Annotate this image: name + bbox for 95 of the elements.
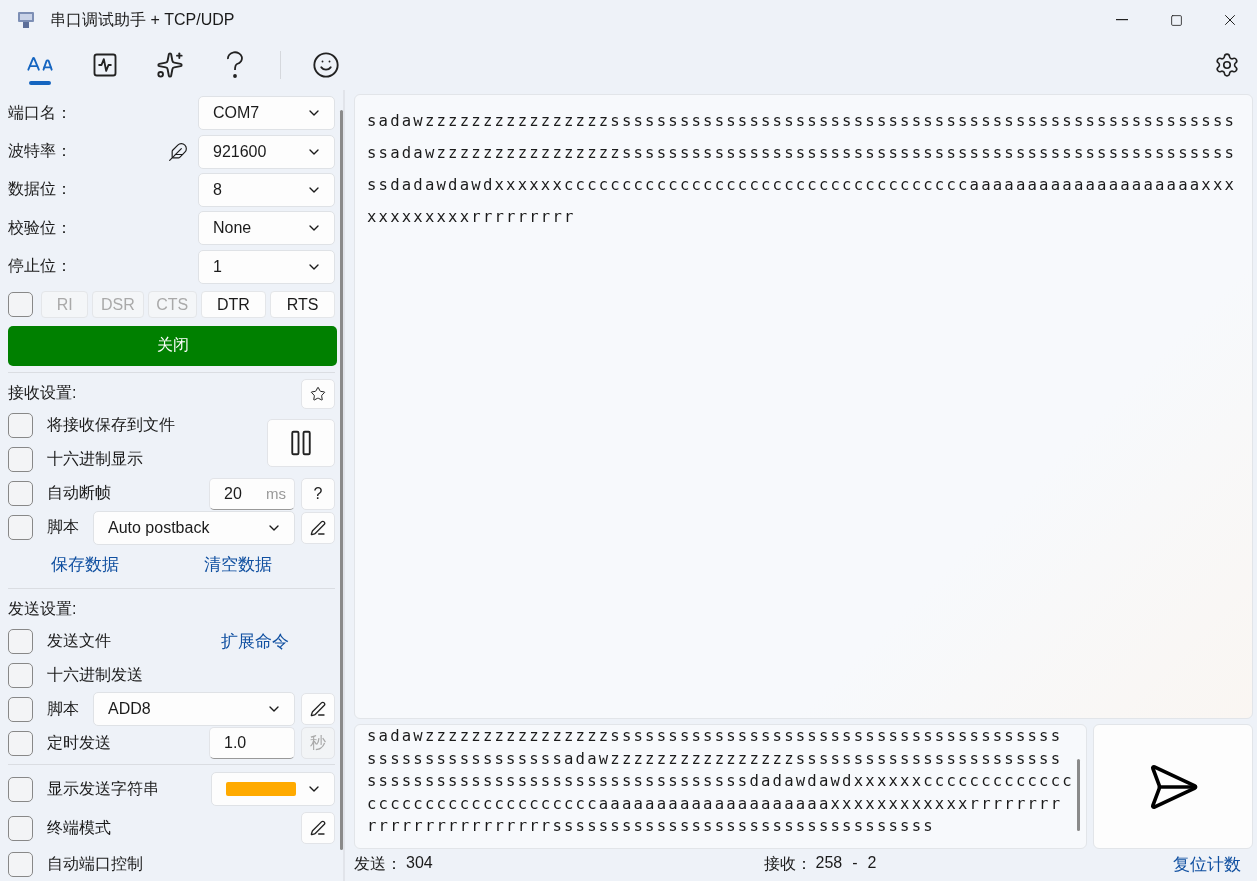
- dropdown[interactable]: COM7: [198, 96, 335, 131]
- checkbox[interactable]: [8, 776, 33, 802]
- sparkles-icon: [156, 51, 184, 79]
- pen-icon: [310, 519, 326, 536]
- app-icon: [16, 10, 36, 30]
- option-label: 发送文件: [47, 631, 112, 652]
- checkbox[interactable]: [8, 413, 33, 439]
- signal-button[interactable]: RTS: [269, 291, 335, 319]
- send-text-line: sssssssssssssssssssssssssssssssssdadawdawdxxxxxxccccccccccccc: [367, 771, 1074, 792]
- send-text-line: ccccccccccccccccccccaaaaaaaaaaaaaaaaaaaaxxxxxxxxxxxxrrrrrrrr: [367, 793, 1064, 815]
- checkbox[interactable]: [8, 696, 33, 722]
- option-label: 脚本: [47, 698, 79, 719]
- send-button[interactable]: [1093, 724, 1253, 849]
- pen-icon: [310, 701, 326, 718]
- help-icon: [225, 51, 245, 79]
- send-text-line: rrrrrrrrrrrrrrrrsssssssssssssssssssssssssssssssss: [367, 816, 936, 837]
- signal-button[interactable]: DTR: [200, 291, 266, 319]
- option-label: 十六进制显示: [47, 449, 144, 470]
- field-label: 数据位：: [8, 179, 73, 200]
- pen-icon: [310, 820, 326, 837]
- window-title: 串口调试助手 + TCP/UDP: [50, 9, 236, 30]
- received-text-line: sadawzzzzzzzzzzzzzzzzssssssssssssssssssssssssssssssssssssssssssssssssssssss: [367, 111, 1238, 132]
- dropdown-value: Auto postback: [108, 518, 210, 537]
- number-field[interactable]: 20 ms: [209, 477, 295, 510]
- color-dropdown[interactable]: [211, 772, 335, 807]
- close-port-button[interactable]: 关闭: [8, 325, 337, 366]
- edit-button[interactable]: [301, 812, 335, 845]
- checkbox[interactable]: [8, 629, 33, 655]
- field-label: 端口名：: [8, 102, 73, 123]
- activity-icon: [91, 51, 119, 79]
- section-title: 接收设置:: [8, 383, 77, 404]
- option-label: 将接收保存到文件: [47, 415, 176, 436]
- section-title: 发送设置:: [8, 599, 77, 620]
- star-icon: [310, 385, 326, 402]
- option-label: 定时发送: [47, 732, 112, 753]
- send-text-line: sssssssssssssssssadawzzzzzzzzzzzzzzzzsssssssssssssssssssssss: [367, 748, 1064, 770]
- reset-count-link[interactable]: 复位计数: [1173, 852, 1241, 876]
- checkbox[interactable]: [8, 815, 33, 841]
- option-label: 显示发送字符串: [47, 778, 160, 799]
- smiley-icon: [312, 51, 340, 79]
- pause-button[interactable]: [267, 418, 335, 467]
- dropdown[interactable]: 1: [198, 249, 335, 284]
- checkbox[interactable]: [8, 730, 33, 756]
- edit-button[interactable]: [301, 511, 335, 544]
- unit-label: ms: [266, 485, 286, 503]
- field-label: 波特率：: [8, 141, 73, 162]
- favorite-button[interactable]: [301, 378, 335, 409]
- checkbox[interactable]: [8, 481, 33, 507]
- scrollbar: [1077, 759, 1080, 831]
- action-link[interactable]: 清空数据: [204, 552, 273, 576]
- dropdown-value: 921600: [213, 142, 267, 161]
- option-label: 自动端口控制: [47, 853, 144, 874]
- dropdown-value: ADD8: [108, 700, 151, 719]
- edit-button[interactable]: [301, 693, 335, 726]
- received-count: 258: [815, 853, 843, 873]
- dropdown[interactable]: 921600: [198, 134, 335, 169]
- pen-icon: [168, 141, 188, 162]
- checkbox[interactable]: [8, 851, 33, 877]
- field-value: 20: [224, 484, 242, 503]
- number-field[interactable]: 1.0: [209, 727, 295, 760]
- send-text-field[interactable]: [354, 724, 1087, 849]
- dropdown-value: 1: [213, 257, 222, 276]
- dropdown-value: COM7: [213, 104, 260, 123]
- script-dropdown[interactable]: ADD8: [93, 692, 295, 727]
- script-dropdown[interactable]: Auto postback: [93, 510, 295, 545]
- settings-icon: [1214, 52, 1240, 78]
- maximize-icon: [1169, 13, 1183, 27]
- checkbox[interactable]: [8, 662, 33, 688]
- field-label: 校验位：: [8, 217, 73, 238]
- field-value: 1.0: [224, 734, 247, 753]
- received-text-line: xxxxxxxxxrrrrrrrrr: [367, 207, 577, 228]
- option-label: 终端模式: [47, 817, 112, 838]
- dropdown-value: 8: [213, 180, 222, 199]
- command-link[interactable]: 扩展命令: [221, 630, 289, 654]
- option-label: 十六进制发送: [47, 664, 144, 685]
- dropdown[interactable]: None: [198, 211, 335, 246]
- sent-count: 304: [406, 853, 433, 873]
- received-extra: 2: [867, 853, 877, 873]
- checkbox[interactable]: [8, 292, 33, 318]
- option-label: 脚本: [47, 517, 79, 538]
- received-text-line: ssadawzzzzzzzzzzzzzzzzsssssssssssssssssssssssssssssssssssssssssssssssssssss: [367, 143, 1238, 164]
- received-label: 接收：: [763, 853, 812, 874]
- sent-label: 发送：: [354, 853, 402, 874]
- minimize-icon: [1116, 19, 1128, 21]
- received-text-line: ssdadawdawdxxxxxxcccccccccccccccccccccccccccccccccccaaaaaaaaaaaaaaaaaaaaxxx: [367, 175, 1238, 196]
- dropdown-value: None: [213, 219, 252, 238]
- send-text-line: sadawzzzzzzzzzzzzzzzzsssssssssssssssssssssssssssssssssssssss: [367, 726, 1064, 747]
- option-label: 自动断帧: [47, 483, 112, 504]
- checkbox[interactable]: [8, 515, 33, 541]
- field-label: 停止位：: [8, 256, 73, 277]
- checkbox[interactable]: [8, 447, 33, 473]
- separator: -: [852, 853, 858, 873]
- action-link[interactable]: 保存数据: [50, 552, 119, 576]
- help-button[interactable]: ?: [301, 477, 335, 510]
- dropdown[interactable]: 8: [198, 172, 335, 207]
